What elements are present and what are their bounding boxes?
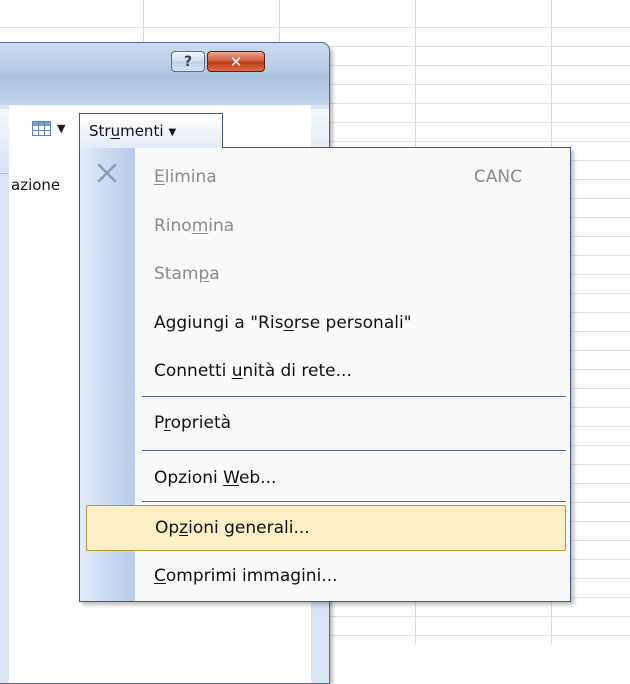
menu-item-label: Elimina — [154, 167, 217, 187]
menu-item-comprimi-immagini[interactable]: Comprimi immagini... — [136, 553, 566, 599]
menu-item-label: Aggiungi a "Risorse personali" — [154, 313, 412, 333]
menu-item-opzioni-generali[interactable]: Opzioni generali... — [86, 505, 566, 551]
chevron-down-icon: ▼ — [168, 126, 177, 138]
menu-item-opzioni-web[interactable]: Opzioni Web... — [136, 455, 566, 501]
view-grid-icon[interactable] — [32, 121, 51, 136]
title-bar — [0, 43, 329, 105]
question-icon: ? — [183, 53, 193, 70]
menu-separator — [142, 501, 566, 503]
menu-item-label: Stampa — [154, 264, 220, 284]
menu-item-shortcut: CANC — [473, 167, 522, 187]
strumenti-dropdown-menu: Elimina CANC Rinomina Stampa Aggiungi a … — [79, 147, 571, 602]
menu-item-proprieta[interactable]: Proprietà — [136, 400, 566, 446]
menu-button-label: Strumenti — [89, 122, 164, 140]
menu-item-label: Comprimi immagini... — [154, 566, 338, 586]
close-icon: ✕ — [229, 52, 243, 71]
help-button[interactable]: ? — [171, 51, 205, 72]
view-dropdown-arrow-icon[interactable]: ▼ — [57, 121, 65, 136]
toolbar-partial-label: azione — [11, 176, 61, 194]
strumenti-menu-button[interactable]: Strumenti ▼ — [79, 113, 223, 148]
menu-item-connetti-unita-di-rete[interactable]: Connetti unità di rete... — [136, 348, 566, 394]
menu-item-label: Opzioni Web... — [154, 468, 277, 488]
x-icon — [97, 163, 117, 183]
close-button[interactable]: ✕ — [207, 51, 265, 72]
menu-separator — [142, 396, 566, 398]
menu-separator — [142, 450, 566, 452]
menu-item-label: Opzioni generali... — [155, 518, 310, 538]
menu-item-stampa[interactable]: Stampa — [136, 251, 566, 297]
menu-item-label: Connetti unità di rete... — [154, 361, 352, 381]
menu-item-rinomina[interactable]: Rinomina — [136, 203, 566, 249]
menu-item-aggiungi-risorse-personali[interactable]: Aggiungi a "Risorse personali" — [136, 300, 566, 346]
menu-item-label: Proprietà — [154, 413, 232, 433]
menu-item-label: Rinomina — [154, 216, 235, 236]
menu-item-elimina[interactable]: Elimina CANC — [136, 154, 566, 200]
